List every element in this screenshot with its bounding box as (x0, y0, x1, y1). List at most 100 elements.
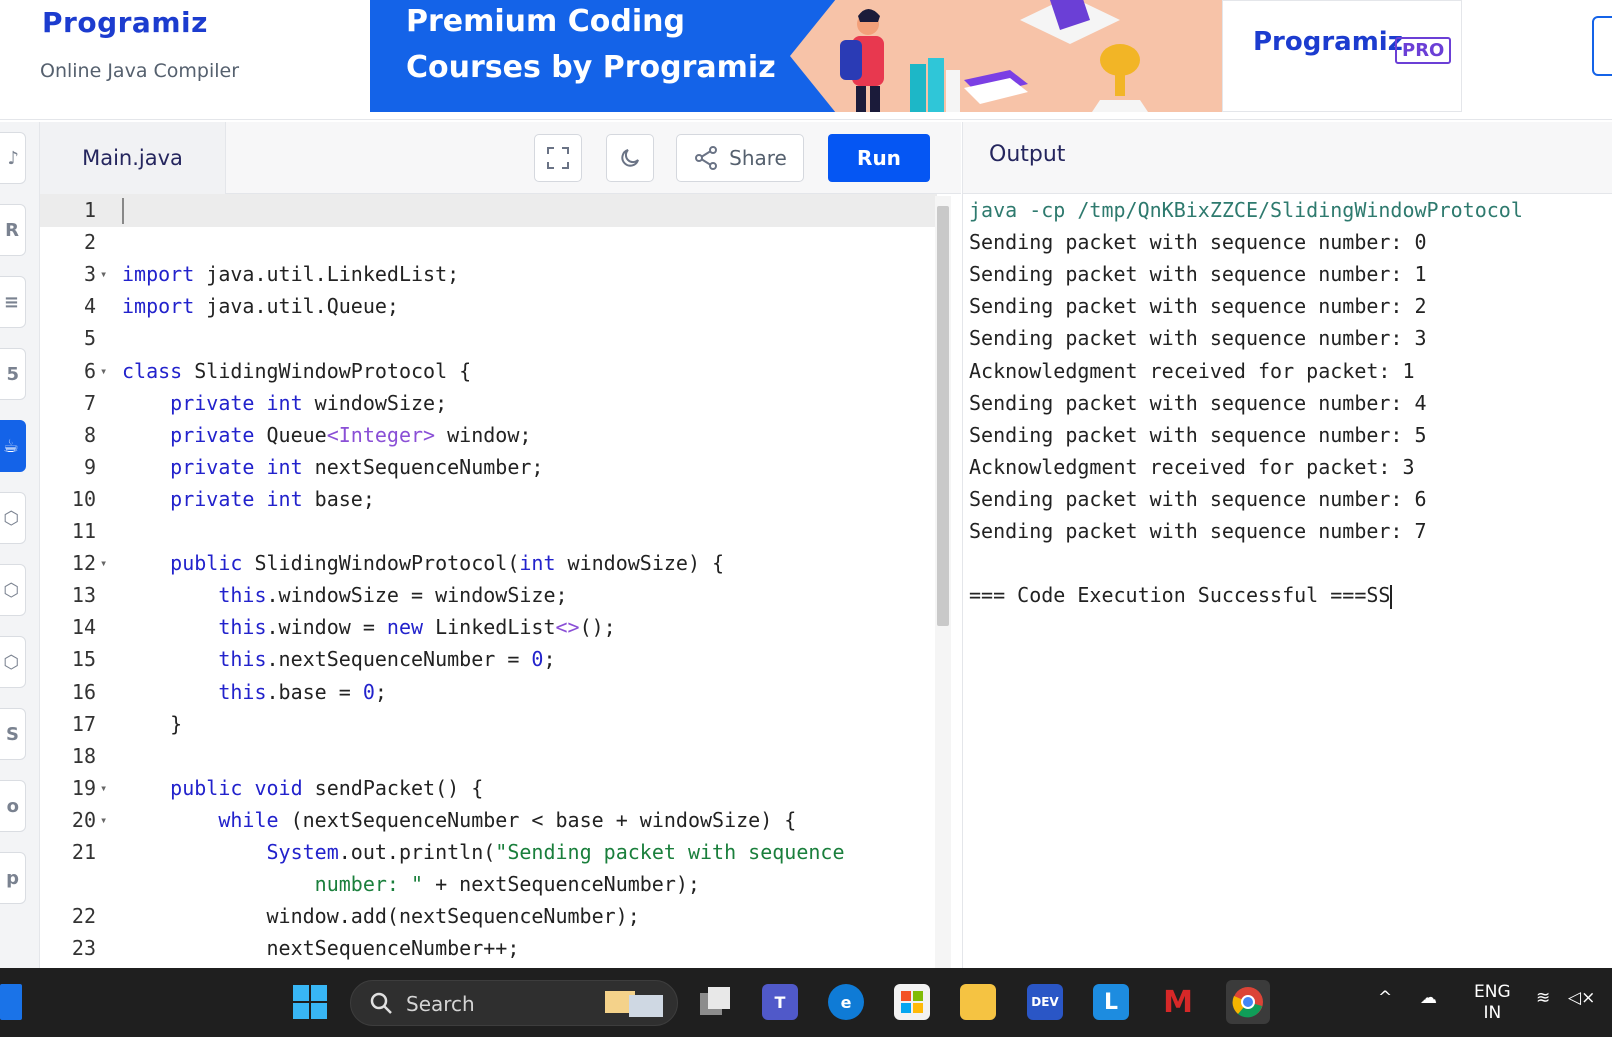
code-text: this.nextSequenceNumber = 0; (218, 647, 556, 672)
output-line: Sending packet with sequence number: 6 (969, 486, 1427, 511)
wifi-icon[interactable]: ≋ (1536, 988, 1550, 1008)
teams-icon[interactable]: T (762, 984, 798, 1020)
line-number: 7 (83, 390, 96, 415)
code-line[interactable]: 10 private int base; (40, 483, 961, 516)
dark-mode-button[interactable] (606, 134, 654, 182)
store-icon[interactable] (894, 984, 930, 1020)
code-line[interactable]: 14 this.window = new LinkedList<>(); (40, 611, 961, 644)
header-action-button[interactable] (1592, 16, 1612, 76)
output-line: Sending packet with sequence number: 5 (969, 422, 1427, 447)
php-icon[interactable]: p (0, 852, 26, 904)
share-icon (695, 146, 718, 170)
l-app-icon[interactable]: L (1093, 984, 1129, 1020)
chevron-up-icon[interactable]: ^ (1378, 988, 1392, 1008)
file-explorer-icon[interactable] (960, 984, 996, 1020)
code-text: window.add(nextSequenceNumber); (122, 904, 640, 929)
code-line[interactable]: 3 ▾ import java.util.LinkedList; (40, 258, 961, 291)
go-icon[interactable]: o (0, 780, 26, 832)
code-line[interactable]: 7 private int windowSize; (40, 387, 961, 420)
code-line[interactable]: 18 (40, 740, 961, 773)
python-icon[interactable]: ♪ (0, 132, 26, 184)
code-line[interactable]: 13 this.windowSize = windowSize; (40, 579, 961, 612)
code-line[interactable]: 16 this.base = 0; (40, 676, 961, 709)
edge-icon[interactable]: e (828, 984, 864, 1020)
sql-icon[interactable]: ≡ (0, 276, 26, 328)
code-text: this.window = new LinkedList<>(); (218, 615, 616, 640)
code-line[interactable]: 12 ▾ public SlidingWindowProtocol(int win… (40, 547, 961, 580)
windows-taskbar: Search T e DEV L M ^ ☁ ENG IN ≋ ◁× (0, 968, 1612, 1037)
code-text: import java.util.LinkedList; (122, 262, 460, 287)
start-icon[interactable] (292, 984, 328, 1020)
line-number: 23 (71, 936, 96, 961)
top-header: Programiz Online Java Compiler Premium C… (0, 0, 1612, 120)
code-text: this.base = 0; (218, 679, 387, 704)
code-editor[interactable]: 1 2 3 ▾ import java.util.LinkedList; 4 import … (40, 194, 961, 968)
line-number: 10 (71, 486, 96, 511)
run-button[interactable]: Run (828, 134, 930, 182)
code-line[interactable]: number: " + nextSequenceNumber); (40, 868, 961, 901)
task-view-icon[interactable] (697, 984, 733, 1020)
line-number: 22 (71, 904, 96, 929)
share-label: Share (729, 146, 787, 170)
fold-arrow-icon[interactable]: ▾ (100, 547, 107, 580)
fold-arrow-icon[interactable]: ▾ (100, 804, 107, 837)
code-line[interactable]: 6 ▾ class SlidingWindowProtocol { (40, 355, 961, 388)
output-header: Output (962, 122, 1612, 194)
java-icon[interactable]: ☕ (0, 420, 26, 472)
language-top: ENG (1474, 982, 1511, 1002)
fold-arrow-icon[interactable]: ▾ (100, 355, 107, 388)
line-number: 9 (83, 454, 96, 479)
fold-arrow-icon[interactable]: ▾ (100, 772, 107, 805)
cpp-icon[interactable]: ⬡ (0, 564, 26, 616)
taskbar-search[interactable]: Search (350, 980, 678, 1026)
fold-arrow-icon[interactable]: ▾ (100, 258, 107, 291)
csharp-icon[interactable]: ⬡ (0, 636, 26, 688)
code-line[interactable]: 2 (40, 226, 961, 259)
language-bottom: IN (1483, 1003, 1502, 1023)
r-lang-icon[interactable]: R (0, 204, 26, 256)
trophy-illustration-icon (1092, 44, 1148, 112)
code-line[interactable]: 19 ▾ public void sendPacket() { (40, 772, 961, 805)
code-line[interactable]: 21 System.out.println("Sending packet wi… (40, 836, 961, 869)
output-line: Sending packet with sequence number: 3 (969, 326, 1427, 351)
volume-muted-icon[interactable]: ◁× (1568, 988, 1595, 1008)
c-lang-icon[interactable]: ⬡ (0, 492, 26, 544)
line-number: 2 (83, 230, 96, 255)
fullscreen-button[interactable] (534, 134, 582, 182)
onedrive-icon[interactable]: ☁ (1420, 988, 1437, 1008)
mcafee-icon[interactable]: M (1160, 984, 1196, 1020)
code-text: number: " + nextSequenceNumber); (314, 872, 700, 897)
code-line[interactable]: 11 (40, 515, 961, 548)
code-line[interactable]: 22 window.add(nextSequenceNumber); (40, 900, 961, 933)
output-console[interactable]: java -cp /tmp/QnKBixZZCE/SlidingWindowPr… (962, 194, 1612, 968)
programiz-logo[interactable]: Programiz (42, 6, 208, 39)
html-icon[interactable]: 5 (0, 348, 26, 400)
code-line[interactable]: 4 import java.util.Queue; (40, 290, 961, 323)
chrome-icon[interactable] (1226, 980, 1270, 1024)
code-line[interactable]: 1 (40, 194, 937, 227)
output-line: Sending packet with sequence number: 0 (969, 230, 1427, 255)
editor-scrollbar-thumb[interactable] (937, 206, 949, 626)
promo-banner[interactable]: Premium Coding Courses by Programiz Prog… (370, 0, 1462, 112)
output-line: Sending packet with sequence number: 2 (969, 294, 1427, 319)
code-line[interactable]: 9 private int nextSequenceNumber; (40, 451, 961, 484)
line-number: 4 (83, 294, 96, 319)
language-sidebar: ♪ R ≡ 5 ☕ ⬡ ⬡ ⬡ S o p (0, 122, 40, 968)
code-line[interactable]: 23 nextSequenceNumber++; (40, 932, 961, 965)
devcpp-icon[interactable]: DEV (1027, 984, 1063, 1020)
code-line[interactable]: 5 (40, 322, 961, 355)
file-tab-main-java[interactable]: Main.java (40, 122, 226, 194)
share-button[interactable]: Share (676, 134, 804, 182)
code-line[interactable]: 20 ▾ while (nextSequenceNumber < base + w… (40, 804, 961, 837)
language-indicator[interactable]: ENG IN (1474, 982, 1511, 1024)
code-text: this.windowSize = windowSize; (218, 583, 568, 608)
widgets-icon[interactable] (0, 984, 22, 1020)
output-line: Sending packet with sequence number: 1 (969, 262, 1427, 287)
programiz-pro-card: Programiz PRO (1222, 0, 1462, 112)
banner-title-line2: Courses by Programiz (406, 50, 776, 85)
code-line[interactable]: 8 private Queue<Integer> window; (40, 419, 961, 452)
line-number: 13 (71, 583, 96, 608)
code-line[interactable]: 15 this.nextSequenceNumber = 0; (40, 643, 961, 676)
javascript-icon[interactable]: S (0, 708, 26, 760)
code-line[interactable]: 17 } (40, 708, 961, 741)
